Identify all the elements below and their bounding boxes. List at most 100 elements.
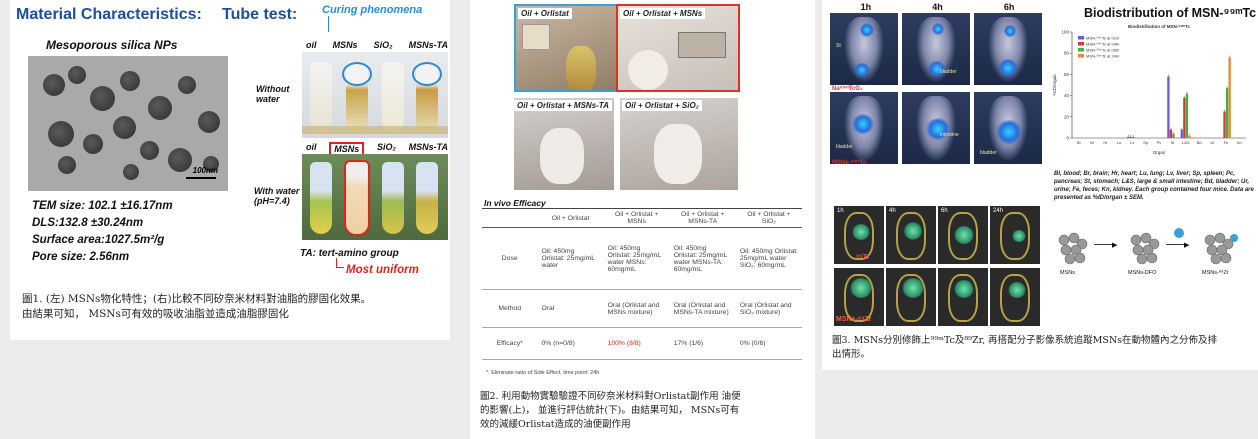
legend-swatch xyxy=(1078,48,1084,52)
tem-title: Mesoporous silica NPs xyxy=(46,38,178,52)
dls-size: DLS:132.8 ±30.24nm xyxy=(32,217,144,229)
x-tick-label: Bd xyxy=(1197,140,1202,145)
surface-area: Surface area:1027.5m²/g xyxy=(32,234,165,246)
photo-oil-orlistat-sio2: Oil + Orlistat + SiO₂ xyxy=(620,98,738,190)
table-header: Oil + Orlistat + MSNs xyxy=(603,208,670,228)
figure-3-panel: 1h 4h 6h St bladder Na⁹⁹ᵐTcO₄ bladder in… xyxy=(822,0,1258,370)
pet-time-label: 24h xyxy=(993,208,1004,214)
table-header: Oil + Orlistat xyxy=(537,208,604,228)
table-row: Method Oral Oral (Orlistat and MSNs mixt… xyxy=(482,289,802,328)
table-cell: 0% (n=0/8) xyxy=(537,327,604,360)
scheme-label: MSNs-DFO xyxy=(1128,270,1157,276)
spect-scan: bladder xyxy=(830,92,898,164)
bar xyxy=(1127,136,1130,138)
msn-dfo-particle-icon xyxy=(1130,232,1160,265)
table-header-row: Oil + Orlistat Oil + Orlistat + MSNs Oil… xyxy=(482,208,802,228)
biodistribution-note: Bl, blood; Br, brain; Hr, heart; Lu, lun… xyxy=(1054,171,1254,201)
bar xyxy=(1169,129,1173,138)
tem-image: 100nm xyxy=(28,56,228,191)
x-tick-label: Pc xyxy=(1157,140,1162,145)
scale-bar-label: 100nm xyxy=(192,166,218,175)
figure-2-panel: Oil + Orlistat Oil + Orlistat + MSNs Oil… xyxy=(470,0,815,439)
spect-scan: bladder xyxy=(974,92,1042,164)
bar xyxy=(1185,93,1189,138)
y-tick-label: 60 xyxy=(1064,72,1070,77)
table-cell: Oral xyxy=(537,289,604,328)
row-label-msns-99mtc: MSNs-⁹⁹ᵐTc xyxy=(832,160,867,166)
tube-labels-top: oil MSNs SiO₂ MSNs-TA xyxy=(306,40,448,50)
table-cell: Oral (Orlistat and MSNs mixture) xyxy=(603,289,670,328)
figure-2-caption: 圖2. 利用動物實驗驗證不同矽奈米材料對Orlistat副作用 油便 的影響(上… xyxy=(480,390,810,432)
pore-size: Pore size: 2.56nm xyxy=(32,251,130,263)
biodistribution-title: Biodistribution of MSN-⁹⁹ᵐTc xyxy=(1084,6,1257,20)
spect-scan: bladder xyxy=(902,13,970,85)
table-cell: 0% (0/6) xyxy=(735,327,802,360)
caption-line: 由結果可知， MSNs可有效的吸收油脂並造成油脂膠固化 xyxy=(22,308,289,320)
table-cell: Oil: 450mg Orlistat: 25mg/mL water MSNs:… xyxy=(603,227,670,290)
bar xyxy=(1228,57,1231,138)
pet-scan xyxy=(938,268,988,326)
organ-tag: bladder xyxy=(836,144,853,150)
tube-label: MSNs xyxy=(332,40,358,50)
tube-photo-without-water xyxy=(302,52,448,138)
legend-swatch xyxy=(1078,36,1084,40)
legend-label: MSN-⁹⁹ᵐTc at 24hr xyxy=(1086,54,1120,59)
x-tick-label: Fe xyxy=(1224,140,1229,145)
row-label: Dose xyxy=(482,227,538,290)
bar xyxy=(1132,136,1135,138)
x-tick-label: Lu xyxy=(1117,140,1121,145)
time-label: 4h xyxy=(932,2,943,12)
table-cell: Oil: 450mg Orlistat: 25mg/mL water MSNs-… xyxy=(669,227,736,290)
photo-label: Oil + Orlistat + MSNs xyxy=(620,8,706,19)
photo-oil-orlistat-msns: Oil + Orlistat + MSNs xyxy=(616,4,740,92)
legend-label: MSN-⁹⁹ᵐTc at 04hr xyxy=(1086,42,1120,47)
spect-scan xyxy=(974,13,1042,85)
pet-row-label: MSNs-⁸⁹Zr xyxy=(836,316,872,323)
bar xyxy=(1183,97,1186,138)
caption-line: 效的減緩Orlistat造成的油便副作用 xyxy=(480,419,631,430)
pet-time-label: 4h xyxy=(889,208,896,214)
bar xyxy=(1180,129,1183,138)
table-cell: Oil: 450mg Orlistat: 25mg/mL water SiO₂:… xyxy=(735,227,802,290)
highlight-circle xyxy=(342,62,372,86)
pet-row-label: ⁸⁹Zr xyxy=(856,254,870,261)
pet-image-grid: 1h 4h 6h 24h ⁸⁹Zr MSNs-⁸⁹Zr xyxy=(834,206,1042,326)
organ-tag: intestine xyxy=(940,132,959,138)
scale-bar xyxy=(186,177,216,179)
tube-test-title: Tube test: xyxy=(222,6,298,23)
x-axis-label: Organ xyxy=(1153,150,1166,155)
highlight-circle xyxy=(412,62,442,86)
figure-1-panel: Material Characteristics: Tube test: Cur… xyxy=(10,0,450,340)
figure-1-caption: 圖1. (左) MSNs物化特性；(右)比較不同矽奈米材料對油脂的膠固化效果。 … xyxy=(22,292,446,322)
scheme-label: MSNs xyxy=(1060,270,1075,276)
material-characteristics-title: Material Characteristics: xyxy=(16,6,202,23)
caption-line: 圖2. 利用動物實驗驗證不同矽奈米材料對Orlistat副作用 油便 xyxy=(480,391,741,402)
photo-label: Oil + Orlistat + SiO₂ xyxy=(622,100,702,111)
x-tick-label: Kn xyxy=(1237,140,1242,145)
ta-note: TA: tert-amino group xyxy=(300,248,399,259)
table-header xyxy=(482,208,538,228)
spect-scan: St xyxy=(830,13,898,85)
row-label: Efficacy* xyxy=(482,327,538,360)
msn-particle-icon xyxy=(1058,232,1088,265)
bar xyxy=(1225,88,1229,138)
bar xyxy=(1167,76,1170,138)
pet-scan: 6h xyxy=(938,206,988,264)
y-tick-label: 100 xyxy=(1061,30,1069,35)
pet-time-label: 1h xyxy=(837,208,844,214)
bar xyxy=(1129,136,1132,138)
photo-label: Oil + Orlistat xyxy=(518,8,572,19)
x-tick-label: Sp xyxy=(1143,140,1149,145)
tube-photo-with-water xyxy=(302,154,448,240)
organ-tag: St xyxy=(836,43,841,49)
table-cell: 17% (1/6) xyxy=(669,327,736,360)
material-properties: TEM size: 102.1 ±16.17nm DLS:132.8 ±30.2… xyxy=(32,198,173,266)
tube-label: MSNs-TA xyxy=(408,40,448,50)
pet-time-label: 6h xyxy=(941,208,948,214)
table-row: Dose Oil: 450mg Orlistat: 25mg/mL water … xyxy=(482,227,802,290)
legend-swatch xyxy=(1078,42,1084,46)
y-tick-label: 20 xyxy=(1064,114,1070,119)
scheme-label: MSNs-⁸⁹Zr xyxy=(1202,270,1229,276)
caption-line: 出情形。 xyxy=(832,349,871,360)
table-cell: Oral (Orlistat and MSNs-TA mixture) xyxy=(669,289,736,328)
